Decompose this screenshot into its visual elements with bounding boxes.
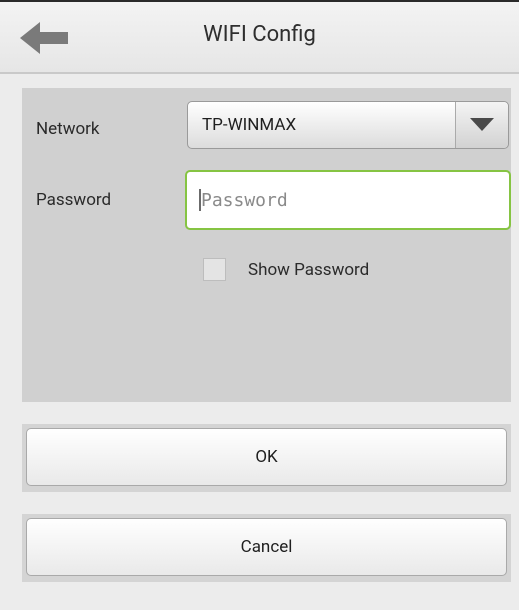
triangle-down-icon bbox=[470, 118, 494, 131]
show-password-label[interactable]: Show Password bbox=[248, 260, 369, 280]
password-input[interactable] bbox=[185, 170, 511, 230]
network-select-value: TP-WINMAX bbox=[202, 115, 297, 135]
config-panel: Network TP-WINMAX Password Show Password bbox=[22, 88, 511, 402]
network-select[interactable]: TP-WINMAX bbox=[187, 101, 509, 149]
text-cursor bbox=[199, 189, 201, 211]
cancel-button[interactable]: Cancel bbox=[26, 518, 507, 576]
network-label: Network bbox=[36, 119, 100, 139]
password-label: Password bbox=[36, 190, 112, 210]
page-title: WIFI Config bbox=[203, 22, 316, 47]
show-password-checkbox[interactable] bbox=[203, 258, 226, 281]
header-bar: WIFI Config bbox=[0, 2, 519, 74]
ok-button-container: OK bbox=[22, 424, 511, 492]
cancel-button-container: Cancel bbox=[22, 514, 511, 582]
dropdown-button[interactable] bbox=[455, 102, 508, 148]
ok-button[interactable]: OK bbox=[26, 428, 507, 486]
